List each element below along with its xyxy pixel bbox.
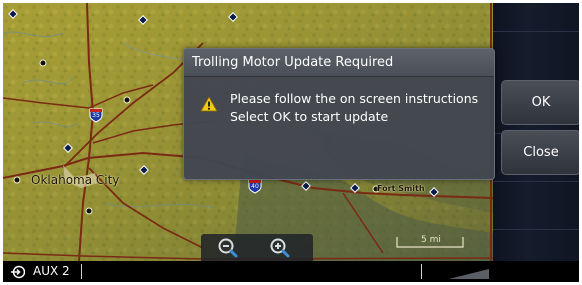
map-label-fort-smith: Fort Smith [377,184,425,193]
interstate-shield-40: 40 [247,178,263,194]
zoom-controls [201,234,313,261]
dialog-title-bar: Trolling Motor Update Required [184,49,494,77]
close-button-label: Close [523,145,559,160]
close-button[interactable]: Close [501,130,579,175]
update-required-dialog: Trolling Motor Update Required Please fo… [183,48,495,180]
dialog-title: Trolling Motor Update Required [192,55,394,70]
zoom-in-button[interactable] [269,237,291,259]
zoom-out-button[interactable] [217,237,239,259]
map-scale-label: 5 mi [421,235,441,245]
dialog-message-line1: Please follow the on screen instructions [230,91,479,106]
zoom-in-icon [270,238,290,258]
signal-strength-icon [449,269,489,279]
map-label-oklahoma-city: Oklahoma City [31,173,120,187]
ok-button-label: OK [531,95,551,110]
ok-button[interactable]: OK [501,80,579,125]
warning-icon [200,96,218,112]
status-divider [421,264,422,279]
interstate-shield-40-label: 40 [251,183,259,190]
interstate-shield-35-label: 35 [92,112,100,119]
device-screen: 35 40 Oklahoma City Fort Smith 5 mi AUX … [3,3,579,282]
source-label: AUX 2 [33,264,70,278]
map-scale: 5 mi [395,231,465,251]
zoom-out-icon [218,238,238,258]
interstate-shield-35: 35 [88,107,104,123]
status-bar: AUX 2 [3,261,579,282]
status-divider [81,264,82,279]
input-source-icon [11,265,25,279]
dialog-message-line2: Select OK to start update [230,109,389,124]
